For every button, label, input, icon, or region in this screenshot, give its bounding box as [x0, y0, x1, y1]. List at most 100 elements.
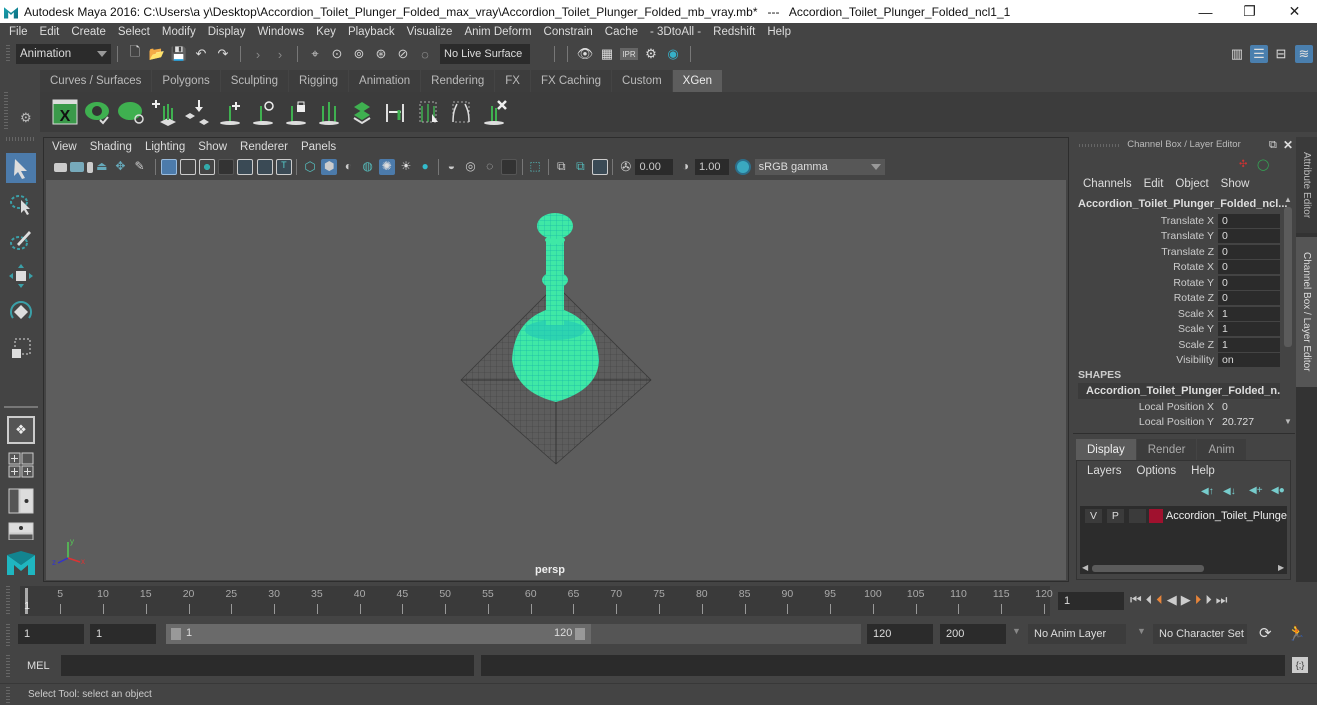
perspective-viewport[interactable]: y x z persp [46, 180, 1066, 580]
live-surface-field[interactable]: No Live Surface [440, 44, 530, 64]
time-slider-grip[interactable] [6, 586, 10, 616]
channel-value[interactable]: on [1218, 353, 1280, 367]
step-forward-key-icon[interactable]: ⏵ [1195, 592, 1202, 608]
range-end-handle[interactable] [575, 628, 585, 640]
channel-row-local-position-x[interactable]: Local Position X 0 [1073, 399, 1280, 414]
menu-help[interactable]: Help [762, 26, 798, 38]
menu-set-dropdown[interactable]: Animation [16, 44, 111, 64]
show-guides-icon[interactable] [246, 96, 279, 128]
shadows-icon[interactable]: ☀ [398, 159, 414, 175]
channel-row-translate-z[interactable]: Translate Z 0 [1073, 244, 1280, 259]
shelf-tab-fx[interactable]: FX [495, 70, 531, 92]
wireframe-icon[interactable]: ⬡ [302, 159, 318, 175]
channel-value[interactable]: 0 [1218, 291, 1280, 305]
new-layer-from-selected-icon[interactable]: ◀● [1271, 485, 1285, 496]
select-tool-icon[interactable] [6, 153, 36, 183]
channel-value[interactable]: 1 [1218, 337, 1280, 352]
motion-blur-icon[interactable]: ◒ [443, 159, 459, 175]
textured-icon[interactable]: ◍ [360, 159, 376, 175]
channel-row-rotate-z[interactable]: Rotate Z 0 [1073, 291, 1280, 306]
xray-icon[interactable]: ⬚ [527, 159, 543, 175]
channel-box-toggle-icon[interactable]: ≋ [1295, 45, 1313, 63]
wireframe-on-shaded-icon[interactable]: ◐ [340, 159, 356, 175]
channel-value[interactable]: 0 [1218, 400, 1280, 414]
image-plane-icon[interactable]: ⏏ [96, 159, 112, 175]
scroll-up-icon[interactable]: ▲ [1284, 195, 1292, 204]
shelf-tab-fx-caching[interactable]: FX Caching [530, 70, 613, 92]
channel-row-translate-y[interactable]: Translate Y 0 [1073, 229, 1280, 244]
shape-name[interactable]: Accordion_Toilet_Plunger_Folded_n... [1078, 383, 1280, 399]
snap-projected-center-icon[interactable]: ◌ [416, 45, 434, 63]
animation-start-field[interactable]: 1 [18, 624, 84, 644]
current-frame-field[interactable]: 1 [1058, 592, 1124, 610]
grid-toggle-icon[interactable] [160, 159, 177, 175]
viewport-menu-renderer[interactable]: Renderer [240, 141, 288, 153]
playback-end-field[interactable]: 120 [867, 624, 933, 644]
shelf-tab-xgen[interactable]: XGen [672, 70, 724, 92]
layer-tab-render[interactable]: Render [1136, 439, 1197, 461]
cb-menu-show[interactable]: Show [1221, 178, 1250, 190]
speed-icon[interactable]: ◯ [1257, 158, 1269, 171]
channel-row-visibility[interactable]: Visibility on [1073, 353, 1280, 368]
hypershade-icon[interactable]: ◉ [664, 45, 682, 63]
shelf-tab-custom[interactable]: Custom [612, 70, 673, 92]
layer-menu-options[interactable]: Options [1137, 465, 1177, 477]
character-set-dropdown[interactable]: No Character Set [1153, 624, 1247, 644]
float-panel-icon[interactable]: ⧉ [1269, 139, 1277, 152]
side-tab-attribute-editor[interactable]: Attribute Editor [1296, 137, 1317, 233]
render-settings-icon[interactable]: ⚙ [642, 45, 660, 63]
four-view-layout-icon[interactable] [7, 451, 35, 479]
go-to-end-icon[interactable]: ⏭ [1216, 592, 1228, 608]
save-scene-icon[interactable]: 💾 [170, 45, 188, 63]
camera-attributes-icon[interactable] [69, 162, 84, 172]
shelf-tab-polygons[interactable]: Polygons [152, 70, 221, 92]
safe-action-icon[interactable] [256, 159, 273, 175]
scale-tool-icon[interactable] [6, 333, 36, 363]
step-forward-frame-icon[interactable]: ⏵ [1205, 592, 1212, 608]
menu-playback[interactable]: Playback [343, 26, 402, 38]
channel-value[interactable]: 0 [1218, 229, 1280, 243]
command-line-grip[interactable] [6, 655, 10, 677]
modeling-toolkit-icon[interactable]: ▥ [1228, 45, 1246, 63]
xray-active-components-icon[interactable]: ⧉ [572, 159, 588, 175]
view-transform-dropdown[interactable]: sRGB gamma [754, 159, 885, 175]
manipulator-axis-icon[interactable]: ✣ [1239, 159, 1247, 170]
multisample-aa-icon[interactable]: ◎ [463, 159, 479, 175]
scroll-down-icon[interactable]: ▼ [1284, 417, 1292, 426]
cb-menu-edit[interactable]: Edit [1144, 178, 1164, 190]
safe-title-icon[interactable]: T [275, 159, 292, 175]
menu-3dtoall[interactable]: - 3DtoAll - [645, 26, 708, 38]
channel-row-scale-x[interactable]: Scale X 1 [1073, 306, 1280, 321]
lock-guides-icon[interactable] [279, 96, 312, 128]
single-perspective-layout-icon[interactable]: ❖ [7, 416, 35, 444]
select-camera-icon[interactable] [53, 162, 67, 172]
layer-list-hscrollbar[interactable]: ◀ ▶ [1080, 563, 1287, 574]
play-forwards-icon[interactable]: ▶ [1181, 592, 1191, 608]
redo-icon[interactable]: ↷ [214, 45, 232, 63]
viewport-menu-view[interactable]: View [52, 141, 77, 153]
layer-tab-anim[interactable]: Anim [1197, 439, 1246, 461]
channel-value[interactable]: 0 [1218, 260, 1280, 274]
step-back-key-icon[interactable]: ⏴ [1156, 592, 1163, 608]
select-guides-icon[interactable] [411, 96, 444, 128]
layer-row[interactable]: V P Accordion_Toilet_Plunge [1080, 506, 1287, 526]
menu-modify[interactable]: Modify [157, 26, 203, 38]
script-editor-icon[interactable]: {;} [1292, 657, 1308, 673]
menu-select[interactable]: Select [113, 26, 157, 38]
menu-cache[interactable]: Cache [600, 26, 645, 38]
animation-preferences-icon[interactable]: 🏃 [1287, 624, 1306, 642]
anim-layer-dropdown[interactable]: No Anim Layer [1028, 624, 1126, 644]
channel-box-scrollbar[interactable]: ▲ ▼ [1283, 195, 1293, 426]
snap-view-plane-icon[interactable]: ⊛ [372, 45, 390, 63]
restore-button[interactable]: ❐ [1227, 0, 1272, 23]
menu-file[interactable]: File [4, 26, 35, 38]
animation-end-field[interactable]: 200 [940, 624, 1006, 644]
shelf-tab-sculpting[interactable]: Sculpting [220, 70, 290, 92]
channel-value[interactable]: 1 [1218, 322, 1280, 336]
render-view-icon[interactable]: 👁 [576, 45, 594, 63]
new-scene-icon[interactable]: 🗋 [126, 44, 144, 63]
command-language-label[interactable]: MEL [27, 660, 50, 672]
channel-value[interactable]: 0 [1218, 213, 1280, 228]
layer-visibility-toggle[interactable]: V [1085, 509, 1102, 523]
persp-graph-layout-icon[interactable] [7, 522, 35, 540]
